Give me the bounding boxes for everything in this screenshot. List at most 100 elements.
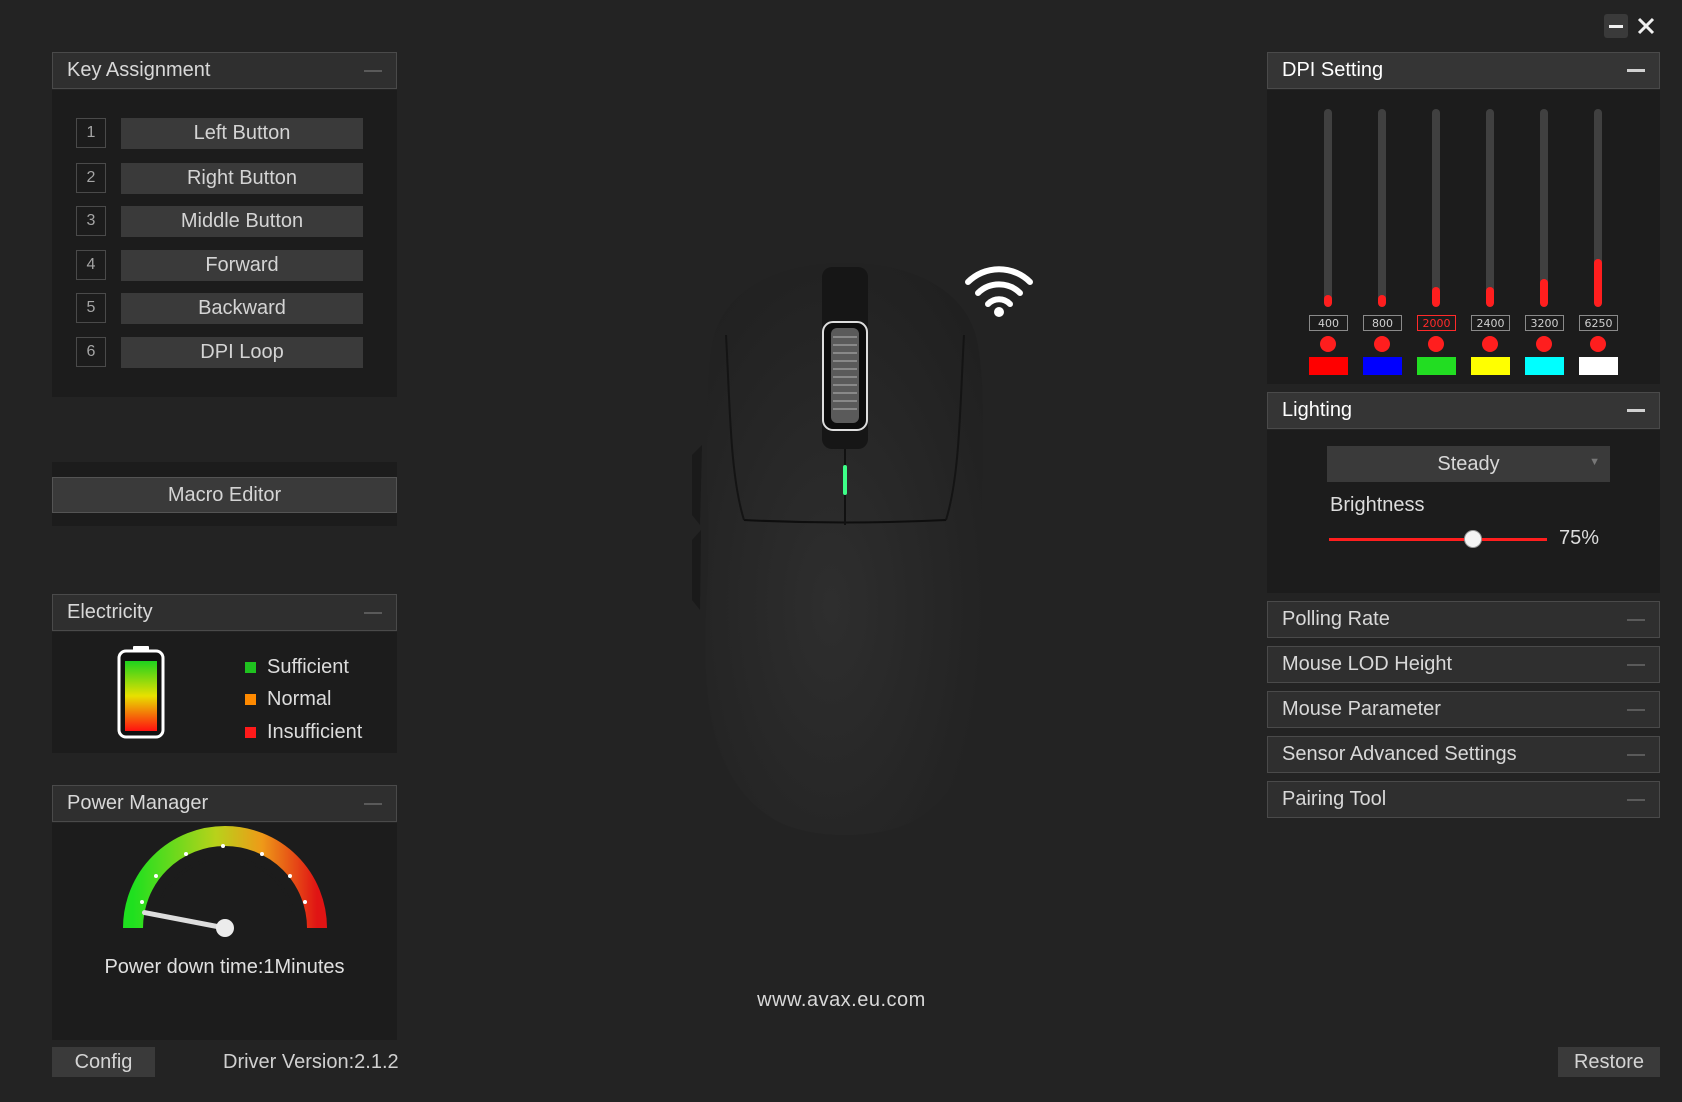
collapsed-panel-header[interactable]: Sensor Advanced Settings <box>1267 736 1660 773</box>
dpi-color-swatch[interactable] <box>1471 357 1510 375</box>
dpi-value-box[interactable]: 6250 <box>1579 315 1618 331</box>
dpi-led <box>843 465 847 495</box>
key-assign-button[interactable]: Right Button <box>121 163 363 194</box>
key-assign-button[interactable]: Left Button <box>121 118 363 149</box>
collapse-icon[interactable] <box>364 70 382 72</box>
collapse-icon[interactable] <box>364 612 382 614</box>
key-assign-button[interactable]: DPI Loop <box>121 337 363 368</box>
dpi-slider[interactable] <box>1540 109 1548 307</box>
brightness-thumb[interactable] <box>1464 530 1482 548</box>
dpi-slider-fill <box>1540 279 1548 307</box>
collapsed-panel-title: Polling Rate <box>1282 608 1390 630</box>
collapsed-panel-title: Sensor Advanced Settings <box>1282 743 1517 765</box>
key-assignment-header[interactable]: Key Assignment <box>52 52 397 89</box>
dpi-stage-radio[interactable] <box>1536 336 1552 352</box>
dpi-slider[interactable] <box>1324 109 1332 307</box>
legend-label: Normal <box>267 688 332 710</box>
lighting-mode-value: Steady <box>1437 452 1500 475</box>
key-number-4: 4 <box>76 250 106 280</box>
dpi-slider[interactable] <box>1378 109 1386 307</box>
driver-version: Driver Version:2.1.2 <box>223 1051 399 1073</box>
electricity-header[interactable]: Electricity <box>52 594 397 631</box>
dpi-setting-header[interactable]: DPI Setting <box>1267 52 1660 89</box>
key-assign-button[interactable]: Middle Button <box>121 206 363 237</box>
dpi-slider-fill <box>1378 295 1386 307</box>
restore-button[interactable]: Restore <box>1558 1047 1660 1077</box>
collapsed-panel-header[interactable]: Mouse LOD Height <box>1267 646 1660 683</box>
dpi-stage-radio[interactable] <box>1428 336 1444 352</box>
dpi-slider[interactable] <box>1486 109 1494 307</box>
dpi-color-swatch[interactable] <box>1309 357 1348 375</box>
website-link[interactable]: www.avax.eu.com <box>700 989 983 1012</box>
lighting-mode-dropdown[interactable]: Steady ▼ <box>1327 446 1610 482</box>
dpi-setting-title: DPI Setting <box>1282 59 1384 81</box>
legend-item: Sufficient <box>245 656 349 679</box>
config-label: Config <box>74 1050 133 1073</box>
dpi-value-box[interactable]: 2400 <box>1471 315 1510 331</box>
dpi-value-box[interactable]: 400 <box>1309 315 1348 331</box>
brightness-label: Brightness <box>1330 494 1425 516</box>
dpi-color-swatch[interactable] <box>1417 357 1456 375</box>
collapse-icon[interactable] <box>1627 664 1645 666</box>
collapsed-panel-title: Mouse Parameter <box>1282 698 1441 720</box>
wireless-icon <box>965 266 1033 317</box>
legend-label: Insufficient <box>267 721 363 743</box>
lighting-title: Lighting <box>1282 399 1353 421</box>
close-button[interactable] <box>1634 14 1658 38</box>
collapse-icon[interactable] <box>1627 69 1645 72</box>
power-manager-header[interactable]: Power Manager <box>52 785 397 822</box>
macro-editor-button[interactable]: Macro Editor <box>52 477 397 513</box>
collapse-icon[interactable] <box>1627 619 1645 621</box>
key-number-6: 6 <box>76 337 106 367</box>
config-button[interactable]: Config <box>52 1047 155 1077</box>
dpi-value-box[interactable]: 2000 <box>1417 315 1456 331</box>
key-number-1: 1 <box>76 118 106 148</box>
collapsed-panel-header[interactable]: Mouse Parameter <box>1267 691 1660 728</box>
dpi-color-swatch[interactable] <box>1525 357 1564 375</box>
brightness-value: 75% <box>1559 527 1600 549</box>
dpi-stage-radio[interactable] <box>1320 336 1336 352</box>
minimize-icon <box>1609 25 1623 28</box>
dpi-slider[interactable] <box>1432 109 1440 307</box>
collapse-icon[interactable] <box>1627 799 1645 801</box>
dpi-slider-fill <box>1324 295 1332 307</box>
power-gauge[interactable] <box>122 826 328 938</box>
collapsed-panel-title: Pairing Tool <box>1282 788 1387 810</box>
brightness-track <box>1329 538 1547 541</box>
gauge-hub <box>216 919 234 937</box>
collapsed-panel-header[interactable]: Polling Rate <box>1267 601 1660 638</box>
mouse-image <box>692 263 985 835</box>
dpi-color-swatch[interactable] <box>1579 357 1618 375</box>
power-down-text: Power down time:1Minutes <box>104 956 345 978</box>
collapsed-panel-header[interactable]: Pairing Tool <box>1267 781 1660 818</box>
lighting-header[interactable]: Lighting <box>1267 392 1660 429</box>
dpi-color-swatch[interactable] <box>1363 357 1402 375</box>
legend-item: Insufficient <box>245 721 362 744</box>
key-assign-button[interactable]: Forward <box>121 250 363 281</box>
key-assign-button[interactable]: Backward <box>121 293 363 324</box>
key-number-5: 5 <box>76 293 106 323</box>
collapse-icon[interactable] <box>1627 754 1645 756</box>
key-assignment-title: Key Assignment <box>67 59 211 81</box>
close-icon <box>1637 17 1655 35</box>
dpi-slider-fill <box>1486 287 1494 307</box>
brightness-slider[interactable] <box>1329 530 1547 550</box>
legend-swatch <box>245 694 256 705</box>
collapse-icon[interactable] <box>364 803 382 805</box>
collapsed-panel-title: Mouse LOD Height <box>1282 653 1453 675</box>
dpi-value-box[interactable]: 3200 <box>1525 315 1564 331</box>
dpi-value-box[interactable]: 800 <box>1363 315 1402 331</box>
key-number-3: 3 <box>76 206 106 236</box>
dpi-stage-radio[interactable] <box>1482 336 1498 352</box>
dpi-stage-radio[interactable] <box>1590 336 1606 352</box>
collapse-icon[interactable] <box>1627 409 1645 412</box>
macro-editor-label: Macro Editor <box>167 483 282 506</box>
minimize-button[interactable] <box>1604 14 1628 38</box>
dpi-stage-radio[interactable] <box>1374 336 1390 352</box>
collapse-icon[interactable] <box>1627 709 1645 711</box>
dpi-slider[interactable] <box>1594 109 1602 307</box>
legend-item: Normal <box>245 688 331 711</box>
dpi-slider-fill <box>1594 259 1602 307</box>
chevron-down-icon: ▼ <box>1589 456 1600 468</box>
electricity-title: Electricity <box>67 601 153 623</box>
